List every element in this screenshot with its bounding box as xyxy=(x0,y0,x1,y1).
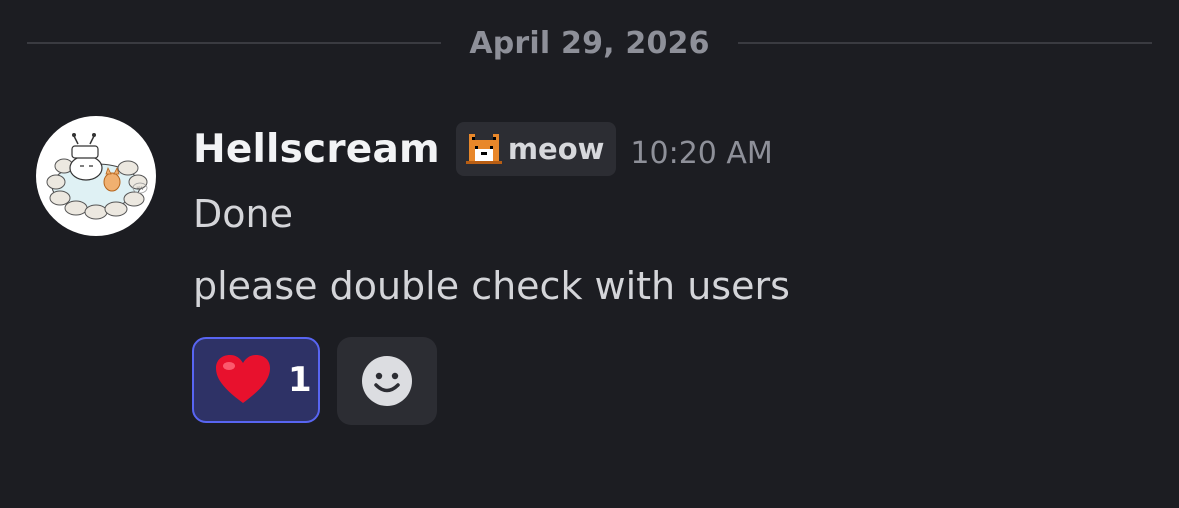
heart-icon xyxy=(216,355,270,403)
reaction-heart-button[interactable]: 1 xyxy=(192,337,320,423)
message-line: please double check with users xyxy=(193,264,790,308)
add-reaction-button[interactable] xyxy=(337,337,437,425)
message-line: Done xyxy=(193,192,293,236)
divider-line-right xyxy=(737,42,1153,44)
chat-view: April 29, 2026 HW Hellscream meow 10:20 … xyxy=(0,0,1179,508)
message-header: Hellscream meow 10:20 AM xyxy=(193,120,773,178)
user-tag[interactable]: meow xyxy=(455,122,617,176)
date-divider: April 29, 2026 xyxy=(27,20,1153,66)
divider-line-left xyxy=(27,42,442,44)
divider-date: April 29, 2026 xyxy=(469,25,710,61)
avatar[interactable]: HW xyxy=(36,116,156,236)
avatar-hotspring-illustration: HW xyxy=(46,133,148,220)
username[interactable]: Hellscream xyxy=(193,127,440,172)
reaction-count: 1 xyxy=(288,360,312,400)
user-tag-label: meow xyxy=(507,132,605,166)
smile-add-reaction-icon xyxy=(362,356,412,406)
pixel-cat-icon xyxy=(465,134,502,164)
svg-text:HW: HW xyxy=(137,186,144,191)
message-timestamp[interactable]: 10:20 AM xyxy=(630,136,772,171)
